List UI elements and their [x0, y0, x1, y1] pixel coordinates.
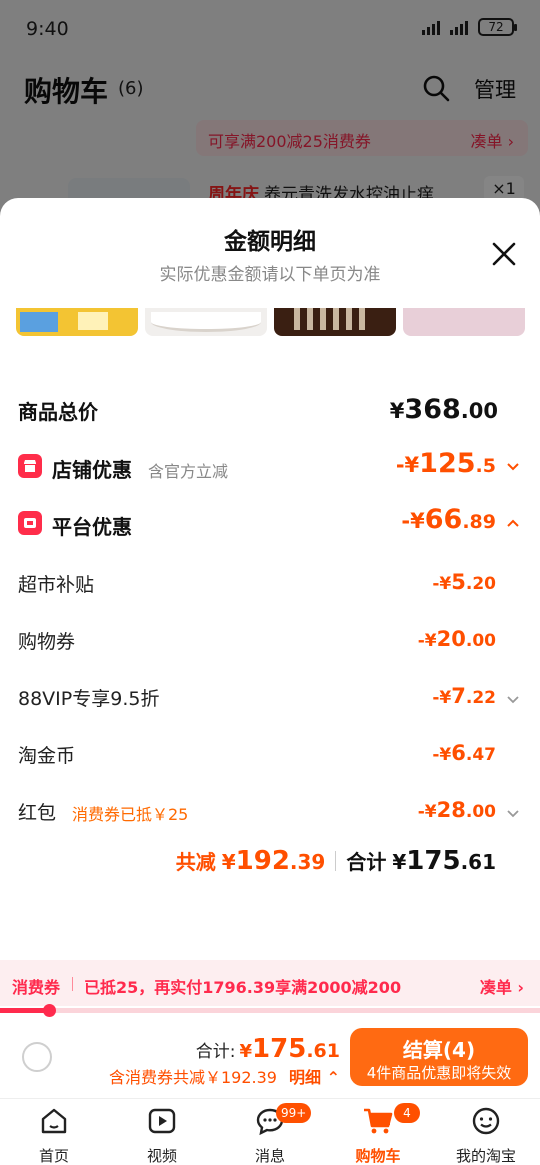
- breakdown-label: 超市补贴: [18, 574, 95, 596]
- coupon-strip[interactable]: 消费券 已抵25，再实付1796.39享满2000减200 凑单 ›: [0, 960, 540, 1006]
- chevron-up-icon[interactable]: [506, 516, 520, 530]
- breakdown-label: 88VIP专享9.5折: [18, 688, 160, 710]
- breakdown-value: -¥5.20: [432, 570, 496, 594]
- checkout-discount-summary: 含消费券共减￥192.39 明细 ⌃: [109, 1064, 340, 1088]
- reduce-label: 共减: [175, 850, 216, 874]
- progress-knob: [42, 1004, 56, 1017]
- product-thumbnail[interactable]: [403, 308, 525, 336]
- breakdown-label: 淘金币: [18, 745, 76, 767]
- breakdown-value: -¥20.00: [417, 627, 496, 651]
- tab-video[interactable]: 视频: [108, 1103, 216, 1165]
- chevron-down-icon[interactable]: [506, 693, 520, 707]
- platform-discount-value[interactable]: -¥66.89: [401, 504, 496, 535]
- coupon-tag: 消费券: [12, 978, 61, 997]
- tab-profile[interactable]: 我的淘宝: [432, 1103, 540, 1165]
- product-thumbnail[interactable]: [274, 308, 396, 336]
- breakdown-label: 红包: [18, 802, 57, 824]
- chevron-down-icon[interactable]: [506, 460, 520, 474]
- message-badge: 99+: [276, 1103, 312, 1123]
- product-thumbnail[interactable]: [145, 308, 267, 336]
- bottom-tab-bar: 首页 视频 99+ 消息 4 购物车 我的淘宝: [0, 1098, 540, 1165]
- reduce-value: 192: [235, 846, 290, 876]
- total-value: 175: [406, 846, 461, 876]
- checkout-bar: 合计: ¥ 175 .61 含消费券共减￥192.39 明细 ⌃ 结算(4) 4…: [0, 1018, 540, 1098]
- select-all-checkbox[interactable]: [22, 1042, 52, 1072]
- cart-icon: [364, 1108, 393, 1134]
- close-icon[interactable]: [490, 240, 518, 268]
- platform-icon: [18, 511, 42, 535]
- store-discount-label: 店铺优惠: [52, 458, 132, 482]
- total-price-label: 商品总价: [18, 400, 98, 424]
- product-thumbnail-strip: [16, 308, 526, 338]
- coupon-progress-bar: [0, 1004, 540, 1017]
- checkout-button[interactable]: 结算(4) 4件商品优惠即将失效: [350, 1028, 528, 1086]
- video-icon: [148, 1108, 176, 1134]
- breakdown-value: -¥6.47: [432, 741, 496, 765]
- divider: [72, 977, 73, 991]
- cart-badge: 4: [394, 1103, 420, 1123]
- tab-cart[interactable]: 4 购物车: [324, 1103, 432, 1165]
- store-discount-value[interactable]: -¥125.5: [396, 448, 496, 479]
- platform-discount-label: 平台优惠: [52, 515, 132, 539]
- home-icon: [41, 1108, 67, 1134]
- store-discount-note: 含官方立减: [148, 462, 229, 481]
- checkout-total: 合计: ¥ 175 .61: [195, 1034, 340, 1064]
- chevron-down-icon[interactable]: [506, 807, 520, 821]
- detail-toggle[interactable]: 明细 ⌃: [289, 1064, 340, 1088]
- store-icon: [18, 454, 42, 478]
- tab-home[interactable]: 首页: [0, 1103, 108, 1165]
- tab-messages[interactable]: 99+ 消息: [216, 1103, 324, 1165]
- sheet-title: 金额明细: [224, 229, 316, 255]
- breakdown-value[interactable]: -¥7.22: [432, 684, 496, 708]
- progress-fill: [0, 1008, 49, 1013]
- breakdown-label: 购物券: [18, 631, 76, 653]
- hongbao-note: 消费券已抵￥25: [72, 805, 189, 824]
- total-label: 合计: [346, 850, 387, 874]
- sheet-subtitle: 实际优惠金额请以下单页为准: [159, 265, 381, 285]
- sheet-summary: 共减 ¥ 192 .39 合计 ¥ 175 .61: [175, 846, 496, 876]
- coupon-progress-text: 已抵25，再实付1796.39享满2000减200: [84, 978, 402, 997]
- divider: [335, 851, 337, 871]
- breakdown-value[interactable]: -¥28.00: [418, 798, 496, 822]
- product-thumbnail[interactable]: [16, 308, 138, 336]
- total-price-value: ¥368.00: [389, 394, 498, 425]
- profile-icon: [472, 1107, 500, 1135]
- coupon-add-link[interactable]: 凑单 ›: [480, 974, 524, 998]
